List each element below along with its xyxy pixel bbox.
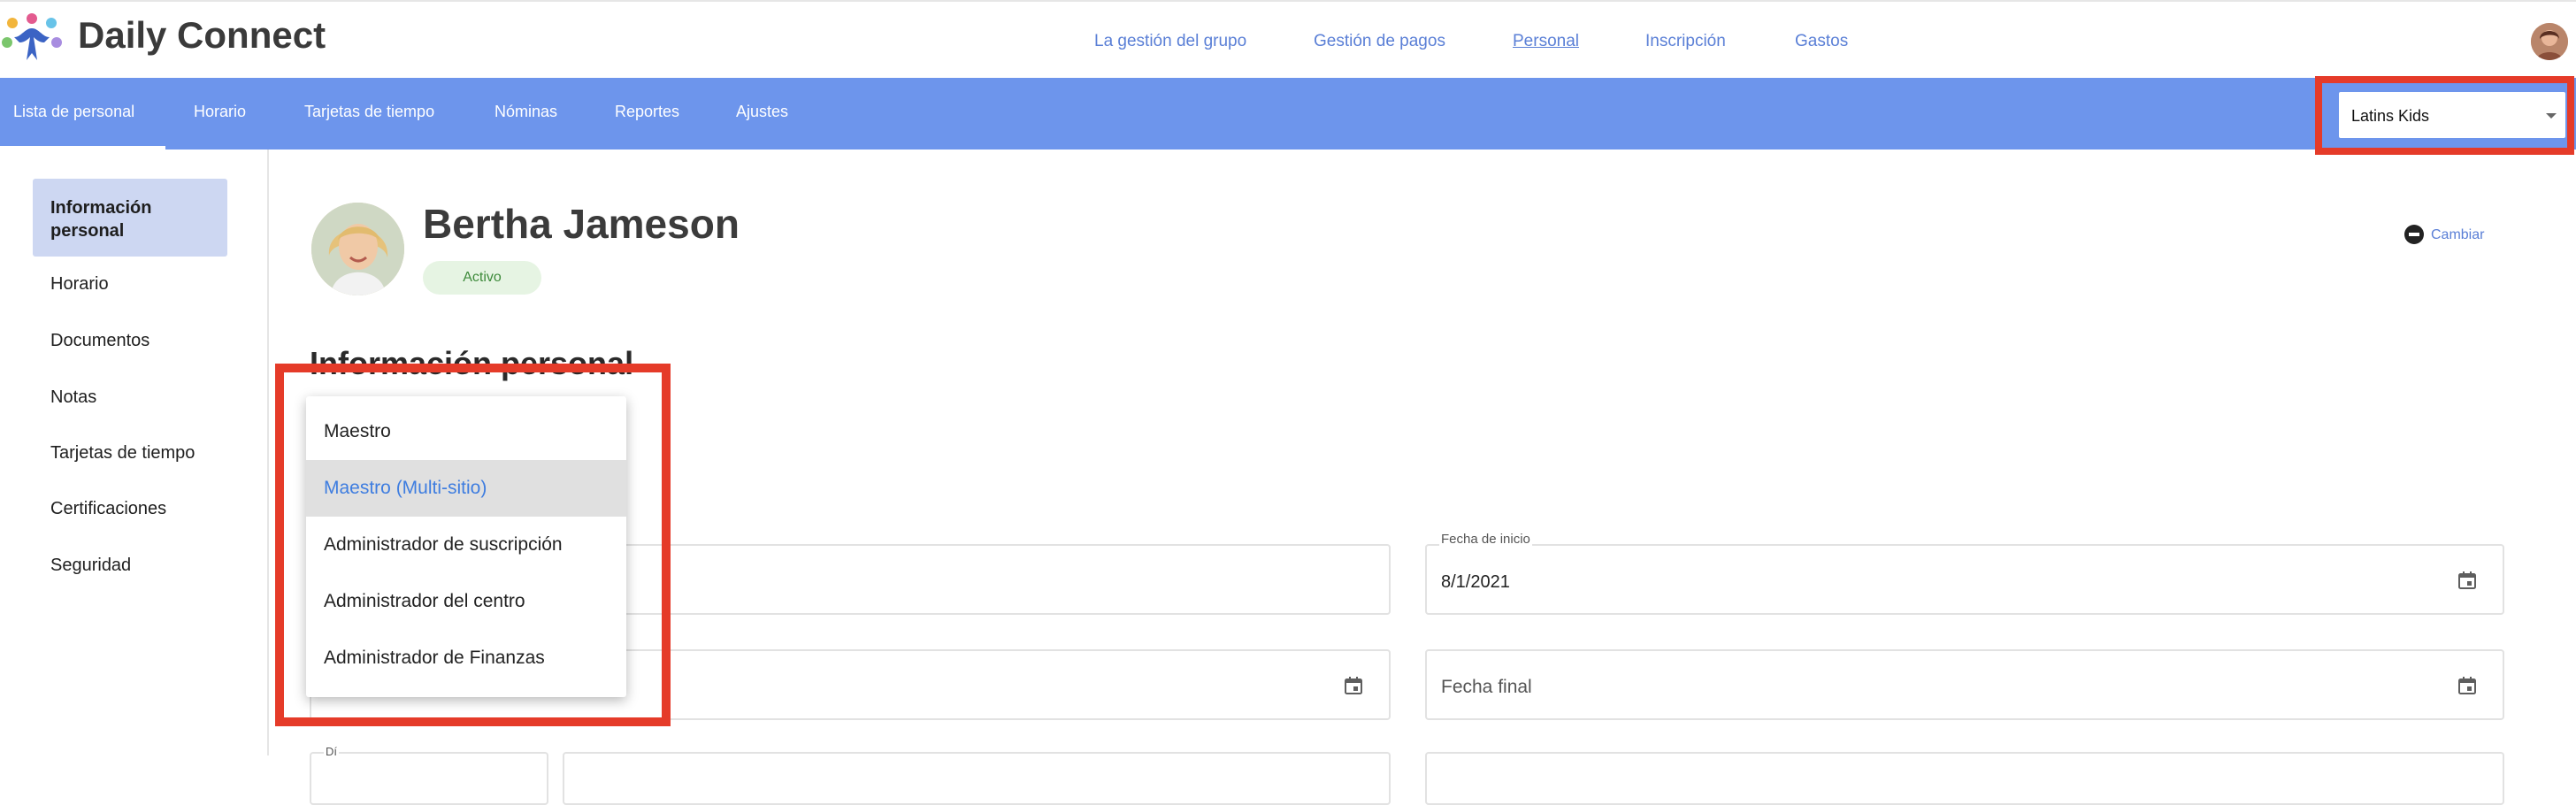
start-date-label: Fecha de inicio: [1439, 532, 1532, 547]
end-date-placeholder: Fecha final: [1441, 677, 1532, 697]
profile-photo[interactable]: [311, 203, 404, 295]
sidebar-item-timecards[interactable]: Tarjetas de tiempo: [50, 443, 195, 464]
sidebar-item-label: Información personal: [50, 198, 152, 241]
avatar-image: [2531, 23, 2568, 60]
profile-photo-image: [311, 203, 404, 295]
tab-reports[interactable]: Reportes: [615, 103, 679, 121]
status-badge: Activo: [423, 261, 541, 295]
day-field[interactable]: Dí: [310, 745, 548, 805]
calendar-icon[interactable]: [2457, 675, 2478, 696]
tab-payroll[interactable]: Nóminas: [494, 103, 557, 121]
sidebar-item-certifications[interactable]: Certificaciones: [50, 499, 166, 519]
profile-sidebar: Información personal Horario Documentos …: [0, 150, 269, 755]
tab-staff-list[interactable]: Lista de personal: [13, 103, 134, 121]
top-header: Daily Connect La gestión del grupo Gesti…: [0, 0, 2576, 78]
calendar-icon[interactable]: [1343, 675, 1364, 696]
sidebar-item-schedule[interactable]: Horario: [50, 274, 109, 295]
sidebar-item-notes[interactable]: Notas: [50, 387, 96, 408]
end-date-field[interactable]: Fecha final: [1425, 649, 2504, 720]
sidebar-item-security[interactable]: Seguridad: [50, 556, 131, 576]
topnav-staff[interactable]: Personal: [1513, 32, 1579, 51]
change-icon: [2404, 225, 2424, 244]
calendar-icon[interactable]: [2457, 570, 2478, 591]
staff-subnav: Lista de personal Horario Tarjetas de ti…: [0, 78, 2576, 150]
sidebar-item-personal-info[interactable]: Información personal: [33, 179, 227, 257]
annotation-highlight-role-dropdown: [275, 364, 671, 726]
staff-name: Bertha Jameson: [423, 201, 740, 247]
tab-timecards[interactable]: Tarjetas de tiempo: [304, 103, 434, 121]
day-field-label: Dí: [324, 745, 339, 758]
tab-settings[interactable]: Ajustes: [736, 103, 788, 121]
tab-schedule[interactable]: Horario: [194, 103, 246, 121]
annotation-highlight-site-select: [2315, 76, 2574, 155]
topnav-group-management[interactable]: La gestión del grupo: [1094, 32, 1246, 51]
row3-field-middle[interactable]: [563, 752, 1391, 805]
start-date-value: 8/1/2021: [1441, 572, 1510, 592]
start-date-field[interactable]: Fecha de inicio 8/1/2021: [1425, 532, 2504, 615]
user-avatar[interactable]: [2531, 23, 2568, 60]
topnav-expenses[interactable]: Gastos: [1795, 32, 1848, 51]
top-navigation: La gestión del grupo Gestión de pagos Pe…: [0, 32, 2576, 53]
change-status-label: Cambiar: [2431, 227, 2485, 242]
topnav-payments[interactable]: Gestión de pagos: [1314, 32, 1445, 51]
topnav-enrollment[interactable]: Inscripción: [1645, 32, 1726, 51]
row3-field-right[interactable]: [1425, 752, 2504, 805]
sidebar-item-documents[interactable]: Documentos: [50, 331, 150, 351]
